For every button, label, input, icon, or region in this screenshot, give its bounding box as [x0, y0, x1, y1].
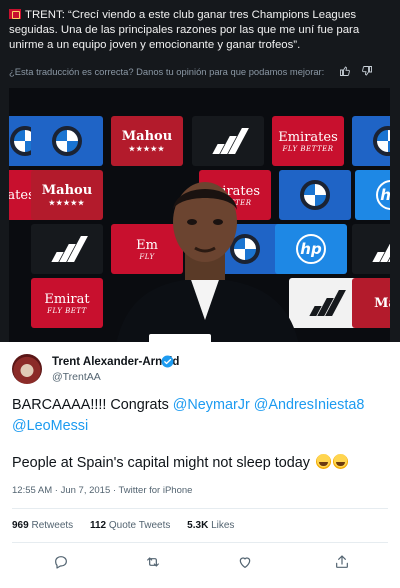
quotes-label: Quote Tweets — [108, 520, 171, 531]
adidas-logo-icon — [371, 236, 390, 262]
retweets-count: 969 — [12, 520, 29, 531]
translated-headline: TRENT: “Crecí viendo a este club ganar t… — [9, 8, 395, 53]
mahou-stars: ★★★★★ — [128, 144, 166, 153]
likes-stat[interactable]: 5.3K Likes — [187, 520, 234, 531]
retweets-stat[interactable]: 969 Retweets — [12, 520, 73, 531]
emirates-logo-tile: Emirates FLY BETTER — [272, 116, 344, 166]
headline-text: TRENT: “Crecí viendo a este club ganar t… — [9, 9, 360, 51]
mahou-logo-tile: Mahou ★★★★★ — [31, 170, 103, 220]
divider — [12, 542, 388, 543]
emirates-tagline: FLY BETT — [47, 306, 87, 315]
share-icon[interactable] — [334, 554, 350, 570]
bmw-logo-tile — [31, 116, 103, 166]
mahou-logo-tile: Mal — [352, 278, 390, 328]
author-handle[interactable]: @TrentAA — [52, 371, 101, 383]
press-conference-photo: Mahou ★★★★★ Emirates FLY BETTER Emirates… — [9, 88, 390, 342]
emirates-wordmark: Emirat — [44, 291, 90, 307]
avatar[interactable] — [12, 354, 42, 384]
embedded-tweet: Trent Alexander-Arnold @TrentAA BARCAAAA… — [0, 342, 400, 588]
mention-link[interactable]: @AndresIniesta8 — [254, 397, 365, 413]
tweet-timestamp[interactable]: 12:55 AM · Jun 7, 2015 · Twitter for iPh… — [12, 485, 192, 496]
flag-icon — [9, 9, 21, 19]
adidas-logo-tile — [192, 116, 264, 166]
tweet-text-line1: BARCAAAA!!!! Congrats @NeymarJr @AndresI… — [12, 395, 392, 437]
mention-link[interactable]: @LeoMessi — [12, 418, 88, 434]
speaker-figure — [116, 182, 299, 342]
tweet-text: BARCAAAA!!!! Congrats — [12, 397, 173, 413]
bmw-logo-icon — [52, 126, 82, 156]
likes-count: 5.3K — [187, 520, 209, 531]
bmw-logo-icon — [373, 126, 390, 156]
retweet-icon[interactable] — [145, 554, 161, 570]
quotes-count: 112 — [89, 520, 107, 531]
mahou-wordmark: Mahou — [121, 129, 173, 144]
laughing-emoji-icon — [315, 454, 331, 469]
hp-logo-icon: hp — [376, 180, 390, 210]
divider — [12, 508, 388, 509]
adidas-logo-icon — [211, 128, 249, 154]
mahou-wordmark: Mal — [374, 295, 390, 311]
adidas-logo-icon — [50, 236, 88, 262]
like-icon[interactable] — [237, 554, 253, 570]
adidas-logo-tile — [31, 224, 103, 274]
emirates-wordmark: Emirates — [278, 129, 338, 145]
mahou-wordmark: Mahou — [41, 183, 93, 198]
microphone-stand — [149, 334, 211, 342]
likes-label: Likes — [211, 520, 235, 531]
bmw-logo-tile — [352, 116, 390, 166]
reply-icon[interactable] — [53, 554, 69, 570]
feedback-question: ¿Esta traducción es correcta? Danos tu o… — [9, 66, 325, 77]
thumbs-down-icon[interactable] — [361, 65, 373, 77]
hp-logo-tile: hp — [355, 170, 390, 220]
laughing-emoji-icon — [332, 454, 348, 469]
mahou-stars: ★★★★★ — [48, 198, 86, 207]
emirates-logo-tile: Emirat FLY BETT — [31, 278, 103, 328]
translated-post-card: TRENT: “Crecí viendo a este club ganar t… — [0, 0, 400, 342]
adidas-logo-icon — [308, 290, 346, 316]
tweet-text-line2: People at Spain's capital might not slee… — [12, 453, 392, 474]
emirates-tagline: FLY BETTER — [282, 144, 334, 153]
adidas-logo-tile — [352, 224, 390, 274]
tweet-text: People at Spain's capital might not slee… — [12, 455, 310, 471]
tweet-stats: 969 Retweets 112 Quote Tweets 5.3K Likes — [12, 520, 248, 531]
verified-badge-icon — [161, 355, 174, 368]
retweets-label: Retweets — [31, 520, 74, 531]
thumbs-up-icon[interactable] — [339, 65, 351, 77]
mahou-logo-tile: Mahou ★★★★★ — [111, 116, 183, 166]
hp-wordmark: hp — [380, 186, 390, 204]
quotes-stat[interactable]: 112 Quote Tweets — [90, 520, 170, 531]
mention-link[interactable]: @NeymarJr — [173, 397, 250, 413]
translation-feedback: ¿Esta traducción es correcta? Danos tu o… — [9, 66, 395, 80]
